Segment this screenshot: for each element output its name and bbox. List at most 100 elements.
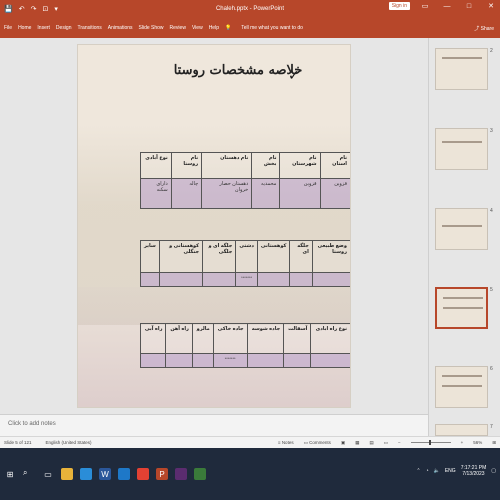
comments-button[interactable]: ▭ Comments (304, 440, 331, 446)
clock[interactable]: 7:17:21 PM 7/13/2023 (461, 465, 487, 477)
table-cell[interactable] (311, 272, 350, 287)
road-type-table[interactable]: نوع راه ابادی آسفالت جاده شوسه جاده خاکی… (139, 323, 350, 368)
tab-design[interactable]: Design (56, 25, 72, 31)
table-header-cell[interactable]: جاده خاکی (212, 323, 248, 354)
table-cell[interactable] (158, 272, 204, 287)
table-header-cell[interactable]: نام شهرستان (279, 152, 321, 179)
tell-me-input[interactable]: Tell me what you want to do (241, 25, 303, 31)
tab-insert[interactable]: Insert (37, 25, 50, 31)
tab-file[interactable]: File (4, 25, 12, 31)
fit-slide-icon[interactable]: ⊞ (492, 440, 496, 446)
table-cell[interactable]: محمدیه (251, 178, 281, 209)
slide-sorter-icon[interactable]: ▦ (355, 440, 359, 446)
zoom-in-icon[interactable]: + (461, 440, 464, 445)
natural-condition-table[interactable]: وضع طبیعی روستا جلگه ای کوهستانی دشتی جل… (140, 240, 350, 287)
table-cell[interactable] (202, 272, 237, 287)
slideshow-icon[interactable]: ▭ (384, 440, 388, 446)
maximize-button[interactable]: □ (462, 3, 476, 10)
chrome-icon[interactable] (137, 468, 149, 480)
notes-button[interactable]: ≡ Notes (278, 440, 294, 445)
reading-view-icon[interactable]: ▤ (369, 440, 373, 446)
table-header-cell[interactable]: نوع آبادی (140, 152, 172, 179)
language-indicator[interactable]: English (United States) (46, 440, 92, 445)
notes-pane[interactable]: Click to add notes (0, 414, 428, 436)
table-header-cell[interactable]: نام بخش (251, 152, 281, 179)
search-icon[interactable]: ⌕ (23, 468, 35, 480)
share-button[interactable]: ⤴ Share (474, 25, 494, 32)
table-header-cell[interactable]: کوهستانی و جنگلی (158, 240, 204, 273)
table-header-cell[interactable]: جاده شوسه (246, 323, 285, 354)
word-icon[interactable]: W (99, 468, 111, 480)
slide-thumbnail[interactable] (435, 48, 488, 90)
tab-transitions[interactable]: Transitions (78, 25, 102, 31)
slide-thumbnail[interactable] (435, 128, 488, 170)
table-cell[interactable] (289, 272, 313, 287)
table-header-cell[interactable]: راه آبی (139, 323, 167, 354)
table-header-cell[interactable]: جلگه ای (289, 240, 313, 273)
sign-in-button[interactable]: Sign in (388, 2, 410, 10)
table-header-cell[interactable]: جلگه ای و جلگی (202, 240, 237, 273)
table-cell[interactable]: چاله (170, 178, 203, 209)
zoom-level[interactable]: 56% (473, 440, 482, 445)
input-language[interactable]: ENG (445, 468, 456, 474)
table-header-cell[interactable]: نام استان (319, 152, 350, 179)
tab-animations[interactable]: Animations (108, 25, 133, 31)
table-cell[interactable]: دارای سکنه (140, 178, 172, 209)
slide-thumbnail[interactable] (435, 208, 488, 250)
tab-slide-show[interactable]: Slide Show (139, 25, 164, 31)
table-cell[interactable] (283, 353, 312, 368)
table-cell[interactable]: دهستان حصار خروان (201, 178, 253, 209)
zoom-slider[interactable] (410, 440, 451, 445)
windows-start-icon[interactable]: ⊞ (4, 468, 16, 480)
tab-home[interactable]: Home (18, 25, 31, 31)
table-cell[interactable] (140, 272, 160, 287)
volume-icon[interactable]: 🔈 (434, 468, 440, 474)
app-icon[interactable] (194, 468, 206, 480)
powerpoint-icon[interactable]: P (156, 468, 168, 480)
close-button[interactable]: ✕ (484, 2, 498, 10)
table-header-cell[interactable]: نوع راه ابادی (310, 323, 350, 354)
table-header-cell[interactable]: آسفالت (283, 323, 312, 354)
app-icon[interactable] (175, 468, 187, 480)
vscode-icon[interactable] (118, 468, 130, 480)
task-view-icon[interactable]: ▭ (42, 468, 54, 480)
table-cell[interactable] (256, 272, 291, 287)
normal-view-icon[interactable]: ▣ (341, 440, 345, 446)
tab-review[interactable]: Review (170, 25, 186, 31)
village-info-table[interactable]: نام استان نام شهرستان نام بخش نام دهستان… (140, 152, 350, 209)
table-cell[interactable]: قزوین (279, 178, 321, 209)
table-cell[interactable] (139, 353, 167, 368)
edge-icon[interactable] (80, 468, 92, 480)
current-slide[interactable]: ✓ خلاصه مشخصات روستا نام استان نام شهرست… (77, 44, 351, 408)
table-header-cell[interactable]: سایر (140, 240, 160, 273)
table-header-cell[interactable]: کوهستانی (256, 240, 291, 273)
table-header-cell[interactable]: راه آهن (165, 323, 193, 354)
table-header-cell[interactable]: دشتی (235, 240, 258, 273)
tab-help[interactable]: Help (209, 25, 219, 31)
explorer-icon[interactable] (61, 468, 73, 480)
thumbnail-text-line (443, 297, 483, 299)
table-cell[interactable]: ******* (235, 272, 258, 287)
minimize-button[interactable]: — (440, 3, 454, 10)
notification-icon[interactable]: ▢ (491, 468, 496, 474)
table-header-cell[interactable]: نام دهستان (201, 152, 253, 179)
notes-label: Notes (281, 440, 294, 445)
table-cell[interactable] (165, 353, 193, 368)
network-icon[interactable]: ◔ (426, 468, 429, 474)
chevron-up-icon[interactable]: ⌃ (416, 468, 420, 474)
table-cell[interactable] (191, 353, 214, 368)
slide-thumbnail[interactable] (435, 366, 488, 408)
table-header-cell[interactable]: مالرو (191, 323, 214, 354)
tab-view[interactable]: View (192, 25, 203, 31)
slide-thumbnail-selected[interactable] (435, 287, 488, 329)
slide-thumbnail[interactable] (435, 424, 488, 436)
table-cell[interactable]: قزوین (319, 178, 350, 209)
zoom-out-icon[interactable]: − (398, 440, 401, 445)
slide-title[interactable]: خلاصه مشخصات روستا (138, 63, 338, 78)
table-cell[interactable]: ******* (212, 353, 248, 368)
ribbon-display-icon[interactable]: ▭ (418, 2, 432, 10)
table-cell[interactable] (310, 353, 350, 368)
table-cell[interactable] (246, 353, 285, 368)
table-header-cell[interactable]: وضع طبیعی روستا (311, 240, 350, 273)
table-header-cell[interactable]: نام روستا (170, 152, 203, 179)
